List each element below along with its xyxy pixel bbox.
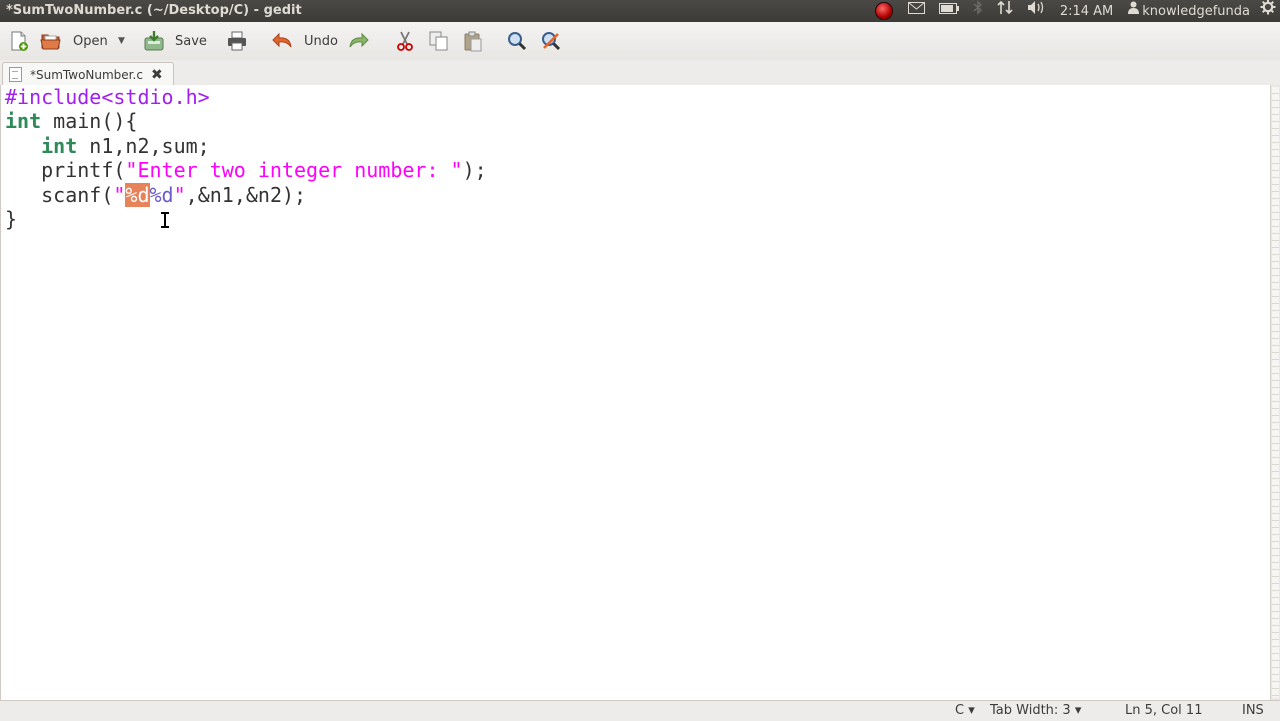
copy-icon: [428, 30, 450, 52]
undo-icon: [271, 30, 293, 52]
code-line-5: scanf("%d%d",&n1,&n2);: [5, 182, 487, 207]
new-button[interactable]: [8, 22, 30, 60]
print-button[interactable]: [226, 22, 248, 60]
battery-icon[interactable]: [938, 0, 959, 22]
tab-label: *SumTwoNumber.c: [30, 67, 143, 82]
code-text-segment: scanf(: [5, 182, 114, 207]
code-text-segment: n1,n2,sum;: [77, 133, 210, 158]
settings-gear-icon[interactable]: [1260, 0, 1276, 23]
save-button[interactable]: Save: [143, 22, 207, 60]
bluetooth-icon[interactable]: [973, 0, 983, 23]
text-cursor-icon: [161, 212, 169, 228]
redo-icon: [348, 30, 370, 52]
keyword: int: [41, 133, 78, 158]
window-title: *SumTwoNumber.c (~/Desktop/C) - gedit: [6, 3, 302, 18]
code-text[interactable]: #include<stdio.h> int main(){ int n1,n2,s…: [5, 85, 487, 231]
tab-width-selector[interactable]: Tab Width: 3 ▾: [990, 703, 1081, 718]
toolbar: Open ▼ Save Undo: [0, 22, 1280, 61]
undo-label: Undo: [304, 33, 338, 49]
selected-text: %d: [125, 182, 150, 207]
open-folder-icon: [40, 30, 62, 52]
insert-mode: INS: [1242, 703, 1264, 718]
clock[interactable]: 2:14 AM: [1060, 4, 1113, 19]
code-line-4: printf("Enter two integer number: ");: [5, 158, 487, 182]
cursor-position: Ln 5, Col 11: [1125, 703, 1203, 718]
status-bar: C ▾ Tab Width: 3 ▾ Ln 5, Col 11 INS: [0, 700, 1280, 721]
save-icon: [143, 30, 165, 52]
record-icon[interactable]: [875, 3, 892, 19]
code-line-6: }: [5, 207, 487, 231]
string-quote: ": [113, 182, 126, 207]
format-specifier: %d: [149, 182, 174, 207]
save-label: Save: [175, 33, 207, 49]
code-text-segment: printf(: [5, 158, 126, 183]
language-selector[interactable]: C ▾: [955, 703, 975, 718]
system-tray: 2:14 AM knowledgefunda: [867, 0, 1280, 22]
cut-icon: [394, 30, 416, 52]
code-text-segment: ,&n1,&n2);: [185, 182, 307, 207]
code-text-segment: }: [5, 206, 18, 231]
dropdown-arrow-icon: ▼: [118, 36, 125, 46]
code-text-segment: );: [462, 158, 487, 183]
open-recent-dropdown[interactable]: ▼: [118, 22, 125, 60]
text-document-icon: [9, 67, 22, 82]
network-icon[interactable]: [997, 0, 1013, 23]
open-button[interactable]: Open: [40, 22, 108, 60]
scrollbar-thumb[interactable]: [1272, 87, 1279, 698]
code-line-2: int main(){: [5, 109, 487, 133]
keyword: int: [5, 109, 42, 134]
replace-button[interactable]: [540, 22, 562, 60]
search-icon: [506, 30, 528, 52]
find-button[interactable]: [506, 22, 528, 60]
preprocessor-directive: #include<stdio.h>: [5, 85, 210, 109]
user-name[interactable]: knowledgefunda: [1142, 4, 1250, 19]
paste-icon: [462, 30, 484, 52]
new-document-icon: [8, 30, 30, 52]
mail-icon[interactable]: [907, 0, 925, 22]
string-quote: ": [173, 182, 186, 207]
print-icon: [226, 30, 248, 52]
user-icon: [1128, 0, 1140, 22]
code-text-segment: main(){: [41, 109, 138, 134]
top-panel: *SumTwoNumber.c (~/Desktop/C) - gedit 2:…: [0, 0, 1280, 22]
code-line-3: int n1,n2,sum;: [5, 134, 487, 158]
replace-icon: [540, 30, 562, 52]
cut-button[interactable]: [394, 22, 416, 60]
tab-sumtwonumber[interactable]: *SumTwoNumber.c ✖: [2, 62, 174, 86]
code-editor[interactable]: #include<stdio.h> int main(){ int n1,n2,s…: [0, 85, 1272, 700]
redo-button[interactable]: [348, 22, 370, 60]
close-icon[interactable]: ✖: [151, 67, 163, 83]
volume-icon[interactable]: [1027, 0, 1047, 23]
document-tab-bar: *SumTwoNumber.c ✖: [0, 60, 1280, 86]
undo-button[interactable]: Undo: [271, 22, 338, 60]
vertical-scrollbar[interactable]: [1270, 85, 1280, 700]
paste-button[interactable]: [462, 22, 484, 60]
open-label: Open: [73, 33, 108, 49]
string-literal: "Enter two integer number: ": [125, 158, 463, 183]
copy-button[interactable]: [428, 22, 450, 60]
code-line-1: #include<stdio.h>: [5, 85, 487, 109]
